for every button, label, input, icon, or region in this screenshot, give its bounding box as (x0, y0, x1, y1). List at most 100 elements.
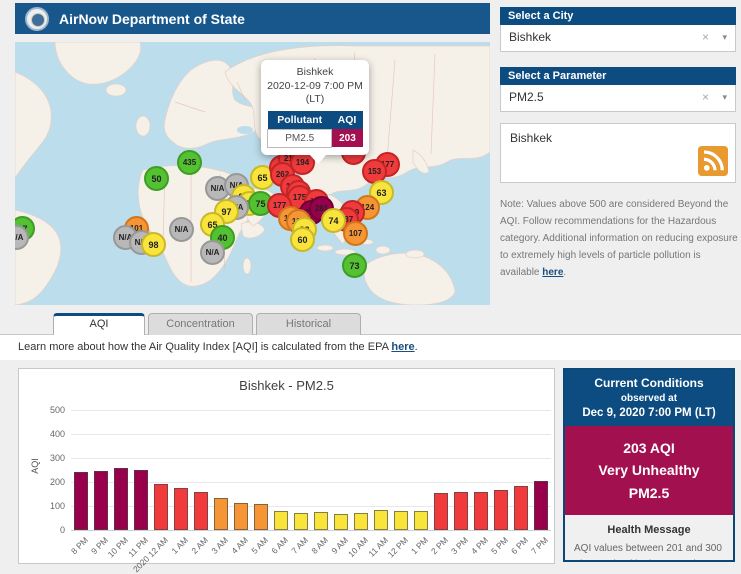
x-axis-tick-label: 10 AM (346, 535, 370, 559)
chart-plot-area (71, 410, 551, 530)
aqi-bar (374, 510, 388, 530)
aqi-bar (514, 486, 528, 530)
x-axis-tick-label: 8 AM (309, 535, 330, 556)
aqi-bar (294, 513, 308, 530)
aqi-bar (134, 470, 148, 530)
popup-aqi-value: 203 (332, 129, 363, 147)
current-conditions-title: Current Conditions (569, 376, 729, 390)
city-select-value: Bishkek (509, 30, 551, 44)
parameter-select-label: Select a Parameter (500, 67, 736, 85)
popup-pollutant-value: PM2.5 (268, 129, 332, 147)
city-caret-down-icon[interactable]: ▾ (722, 25, 727, 50)
aqi-note: Note: Values above 500 are considered Be… (500, 196, 738, 281)
aqi-bar (434, 493, 448, 530)
popup-col-pollutant: Pollutant (268, 111, 332, 130)
aqi-map-marker[interactable]: 107 (343, 221, 368, 246)
current-aqi-value: 203 AQI (569, 437, 729, 459)
aqi-bar (394, 511, 408, 530)
app-title: AirNow Department of State (59, 11, 245, 27)
aqi-map-marker[interactable]: 98 (141, 232, 166, 257)
parameter-select-box: Select a Parameter PM2.5 × ▾ (500, 67, 736, 112)
aqi-map-marker[interactable]: N/A (200, 240, 225, 265)
aqi-map-marker[interactable]: 50 (144, 166, 169, 191)
x-axis-tick-label: 6 AM (269, 535, 290, 556)
current-conditions-header: Current Conditions observed at Dec 9, 20… (565, 370, 733, 426)
x-axis-tick-label: 7 PM (529, 535, 550, 556)
parameter-select-dropdown[interactable]: PM2.5 × ▾ (500, 85, 736, 112)
chart-gridline (71, 458, 551, 459)
tab-historical[interactable]: Historical (256, 313, 361, 335)
x-axis-tick-label: 10 PM (106, 535, 130, 559)
city-select-box: Select a City Bishkek × ▾ (500, 7, 736, 52)
aqi-map-marker[interactable]: 74 (321, 208, 346, 233)
current-aqi-pollutant: PM2.5 (569, 482, 729, 504)
chart-y-axis-ticks: 0100200300400500 (25, 410, 65, 530)
aqi-map-marker[interactable]: 73 (342, 253, 367, 278)
aqi-bar (154, 484, 168, 530)
popup-datetime: 2020-12-09 7:00 PM (267, 80, 363, 94)
city-select-dropdown[interactable]: Bishkek × ▾ (500, 25, 736, 52)
aqi-map-marker[interactable]: 435 (177, 150, 202, 175)
rss-icon[interactable] (698, 146, 728, 176)
aqi-bar (214, 498, 228, 530)
map-popup: Bishkek 2020-12-09 7:00 PM (LT) Pollutan… (261, 60, 369, 155)
rss-feed-box: Bishkek (500, 123, 736, 183)
department-of-state-seal-icon (25, 7, 49, 31)
observed-at-label: observed at (569, 393, 729, 404)
note-here-link[interactable]: here (542, 267, 563, 278)
aqi-bar (354, 513, 368, 530)
aqi-bar (114, 468, 128, 530)
note-suffix: . (563, 267, 566, 278)
aqi-bar (194, 492, 208, 530)
popup-col-aqi: AQI (332, 111, 363, 130)
aqi-bar-chart: Bishkek - PM2.5 AQI 0100200300400500 8 P… (18, 368, 555, 564)
aqi-map-marker[interactable]: N/A (169, 217, 194, 242)
current-conditions-panel: Current Conditions observed at Dec 9, 20… (563, 368, 735, 562)
x-axis-tick-label: 3 PM (449, 535, 470, 556)
aqi-bar (174, 488, 188, 530)
tab-concentration[interactable]: Concentration (148, 313, 253, 335)
x-axis-tick-label: 6 PM (509, 535, 530, 556)
learn-more-strip: Learn more about how the Air Quality Ind… (0, 334, 741, 360)
city-clear-icon[interactable]: × (702, 25, 709, 50)
learn-more-here-link[interactable]: here (391, 341, 414, 353)
aqi-map-marker[interactable]: 60 (290, 227, 315, 252)
chart-gridline (71, 530, 551, 531)
learn-more-suffix: . (415, 341, 418, 353)
world-aqi-map[interactable]: 43550N/AN/A955275N/A976540N/AN/A17N/A101… (15, 42, 490, 305)
x-axis-tick-label: 2 AM (189, 535, 210, 556)
popup-table: Pollutant AQI PM2.5 203 (267, 111, 363, 148)
learn-more-text: Learn more about how the Air Quality Ind… (18, 341, 391, 353)
observed-datetime: Dec 9, 2020 7:00 PM (LT) (569, 407, 729, 419)
x-axis-tick-label: 4 PM (469, 535, 490, 556)
x-axis-tick-label: 1 AM (169, 535, 190, 556)
x-axis-tick-label: 8 PM (69, 535, 90, 556)
x-axis-tick-label: 3 AM (209, 535, 230, 556)
city-select-label: Select a City (500, 7, 736, 25)
y-axis-tick-label: 100 (50, 501, 65, 511)
aqi-bar (534, 481, 548, 530)
x-axis-tick-label: 1 PM (409, 535, 430, 556)
x-axis-tick-label: 5 PM (489, 535, 510, 556)
y-axis-tick-label: 500 (50, 405, 65, 415)
chart-title: Bishkek - PM2.5 (19, 378, 554, 393)
parameter-caret-down-icon[interactable]: ▾ (722, 85, 727, 110)
app-header: AirNow Department of State (15, 3, 490, 34)
chart-gridline (71, 410, 551, 411)
health-message-text: AQI values between 201 and 300 trigger a… (565, 541, 733, 562)
popup-city: Bishkek (267, 66, 363, 80)
parameter-select-value: PM2.5 (509, 90, 544, 104)
health-message-title: Health Message (565, 524, 733, 536)
tab-aqi[interactable]: AQI (53, 313, 145, 335)
parameter-clear-icon[interactable]: × (702, 85, 709, 110)
x-axis-tick-label: 11 AM (366, 535, 390, 559)
rss-city-title: Bishkek (510, 131, 552, 145)
chart-x-axis-labels: 8 PM9 PM10 PM11 PM2020 12 AM1 AM2 AM3 AM… (19, 533, 556, 563)
x-axis-tick-label: 4 AM (229, 535, 250, 556)
aqi-bar (474, 492, 488, 530)
popup-lt: (LT) (267, 93, 363, 107)
y-axis-tick-label: 300 (50, 453, 65, 463)
y-axis-tick-label: 400 (50, 429, 65, 439)
aqi-bar (94, 471, 108, 530)
aqi-bar (314, 512, 328, 530)
